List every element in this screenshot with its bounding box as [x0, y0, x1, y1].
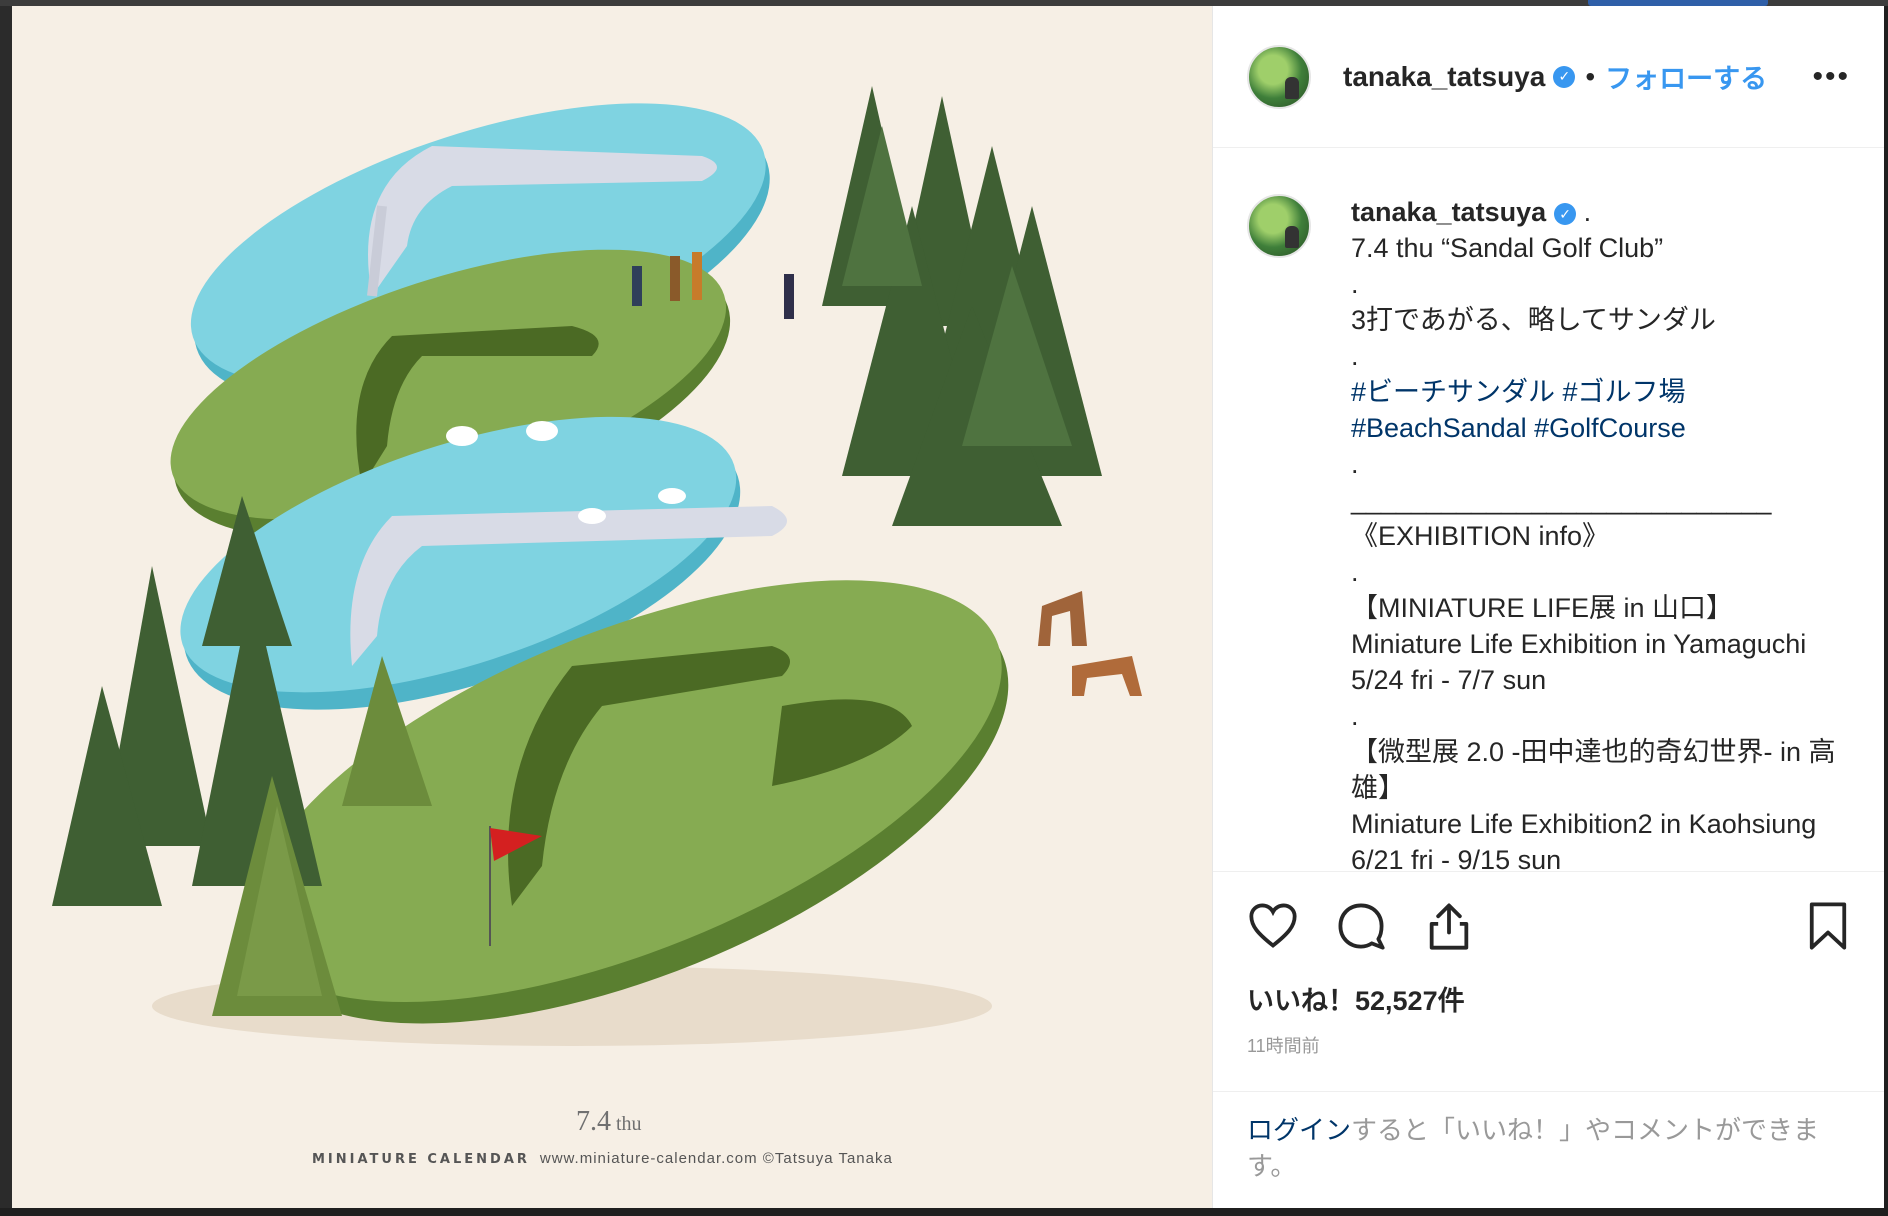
image-date: 7.4: [576, 1106, 611, 1137]
likes-count[interactable]: いいね！52,527件: [1213, 979, 1884, 1022]
caption-line: Miniature Life Exhibition2 in Kaohsiung: [1351, 809, 1817, 840]
heart-icon[interactable]: [1247, 900, 1299, 952]
image-credit-line: MINIATURE CALENDAR www.miniature-calendar…: [312, 1150, 1032, 1167]
caption-line: 【微型展 2.0 -田中達也的奇幻世界- in 高雄】: [1351, 737, 1836, 804]
caption-divider: ____________________________: [1351, 485, 1772, 516]
image-brand: MINIATURE CALENDAR: [312, 1152, 530, 1167]
post-timestamp[interactable]: 11時間前: [1213, 1022, 1884, 1090]
share-icon[interactable]: [1423, 900, 1475, 952]
hashtag-link[interactable]: #ビーチサンダル #ゴルフ場: [1351, 374, 1854, 410]
miniature-sandal-golf-illustration: [52, 86, 1142, 1046]
verified-badge-icon: ✓: [1554, 203, 1577, 226]
bookmark-icon[interactable]: [1802, 900, 1854, 952]
window-left-edge: [0, 6, 12, 1216]
caption-line: Miniature Life Exhibition in Yamaguchi: [1351, 629, 1807, 660]
caption-username[interactable]: tanaka_tatsuya: [1351, 197, 1546, 227]
image-weekday: thu: [616, 1113, 642, 1135]
header-username[interactable]: tanaka_tatsuya: [1343, 61, 1545, 93]
caption-body: tanaka_tatsuya ✓ . 7.4 thu “Sandal Golf C…: [1351, 194, 1854, 871]
caption-line: .: [1351, 341, 1359, 372]
post-header: tanaka_tatsuya ✓ • フォローする •••: [1213, 6, 1884, 149]
comment-icon[interactable]: [1335, 900, 1387, 952]
login-prompt: ログインすると「いいね！」やコメントができます。: [1213, 1090, 1884, 1208]
caption-line: .: [1351, 449, 1359, 480]
caption-line: .: [1351, 701, 1359, 732]
avatar[interactable]: [1247, 44, 1311, 109]
window-right-edge: [1884, 6, 1888, 1216]
header-separator: •: [1585, 60, 1596, 92]
caption-line: 7.4 thu “Sandal Golf Club”: [1351, 233, 1664, 264]
verified-badge-icon: ✓: [1553, 65, 1576, 88]
caption-username-suffix: .: [1583, 197, 1592, 228]
caption-comment: tanaka_tatsuya ✓ . 7.4 thu “Sandal Golf C…: [1213, 148, 1884, 873]
window-bottom-edge: [0, 1208, 1888, 1216]
follow-button[interactable]: フォローする: [1605, 57, 1767, 96]
login-link[interactable]: ログイン: [1247, 1115, 1351, 1145]
image-url-credit: www.miniature-calendar.com ©Tatsuya Tana…: [539, 1150, 893, 1167]
more-options-icon[interactable]: •••: [1812, 60, 1850, 94]
caption-line: 5/24 fri - 7/7 sun: [1351, 665, 1547, 696]
post-image[interactable]: 7.4 thu MINIATURE CALENDAR www.miniature-…: [12, 6, 1213, 1208]
caption-line: 6/21 fri - 9/15 sun: [1351, 845, 1562, 873]
hashtag-link[interactable]: #BeachSandal #GolfCourse: [1351, 410, 1854, 446]
caption-line: .: [1351, 557, 1359, 588]
caption-author-line: tanaka_tatsuya ✓ .: [1351, 194, 1854, 230]
caption-line: 3打であがる、略してサンダル: [1351, 305, 1716, 336]
action-bar: [1213, 872, 1884, 979]
image-date-caption: 7.4 thu: [576, 1106, 642, 1138]
caption-line: 【MINIATURE LIFE展 in 山口】: [1351, 593, 1734, 624]
caption-line: 《EXHIBITION info》: [1351, 521, 1610, 552]
instagram-post: 7.4 thu MINIATURE CALENDAR www.miniature-…: [12, 6, 1884, 1208]
caption-line: .: [1351, 269, 1359, 300]
post-sidebar: tanaka_tatsuya ✓ • フォローする ••• tanaka_tat…: [1213, 6, 1884, 1208]
caption-avatar[interactable]: [1247, 194, 1311, 259]
